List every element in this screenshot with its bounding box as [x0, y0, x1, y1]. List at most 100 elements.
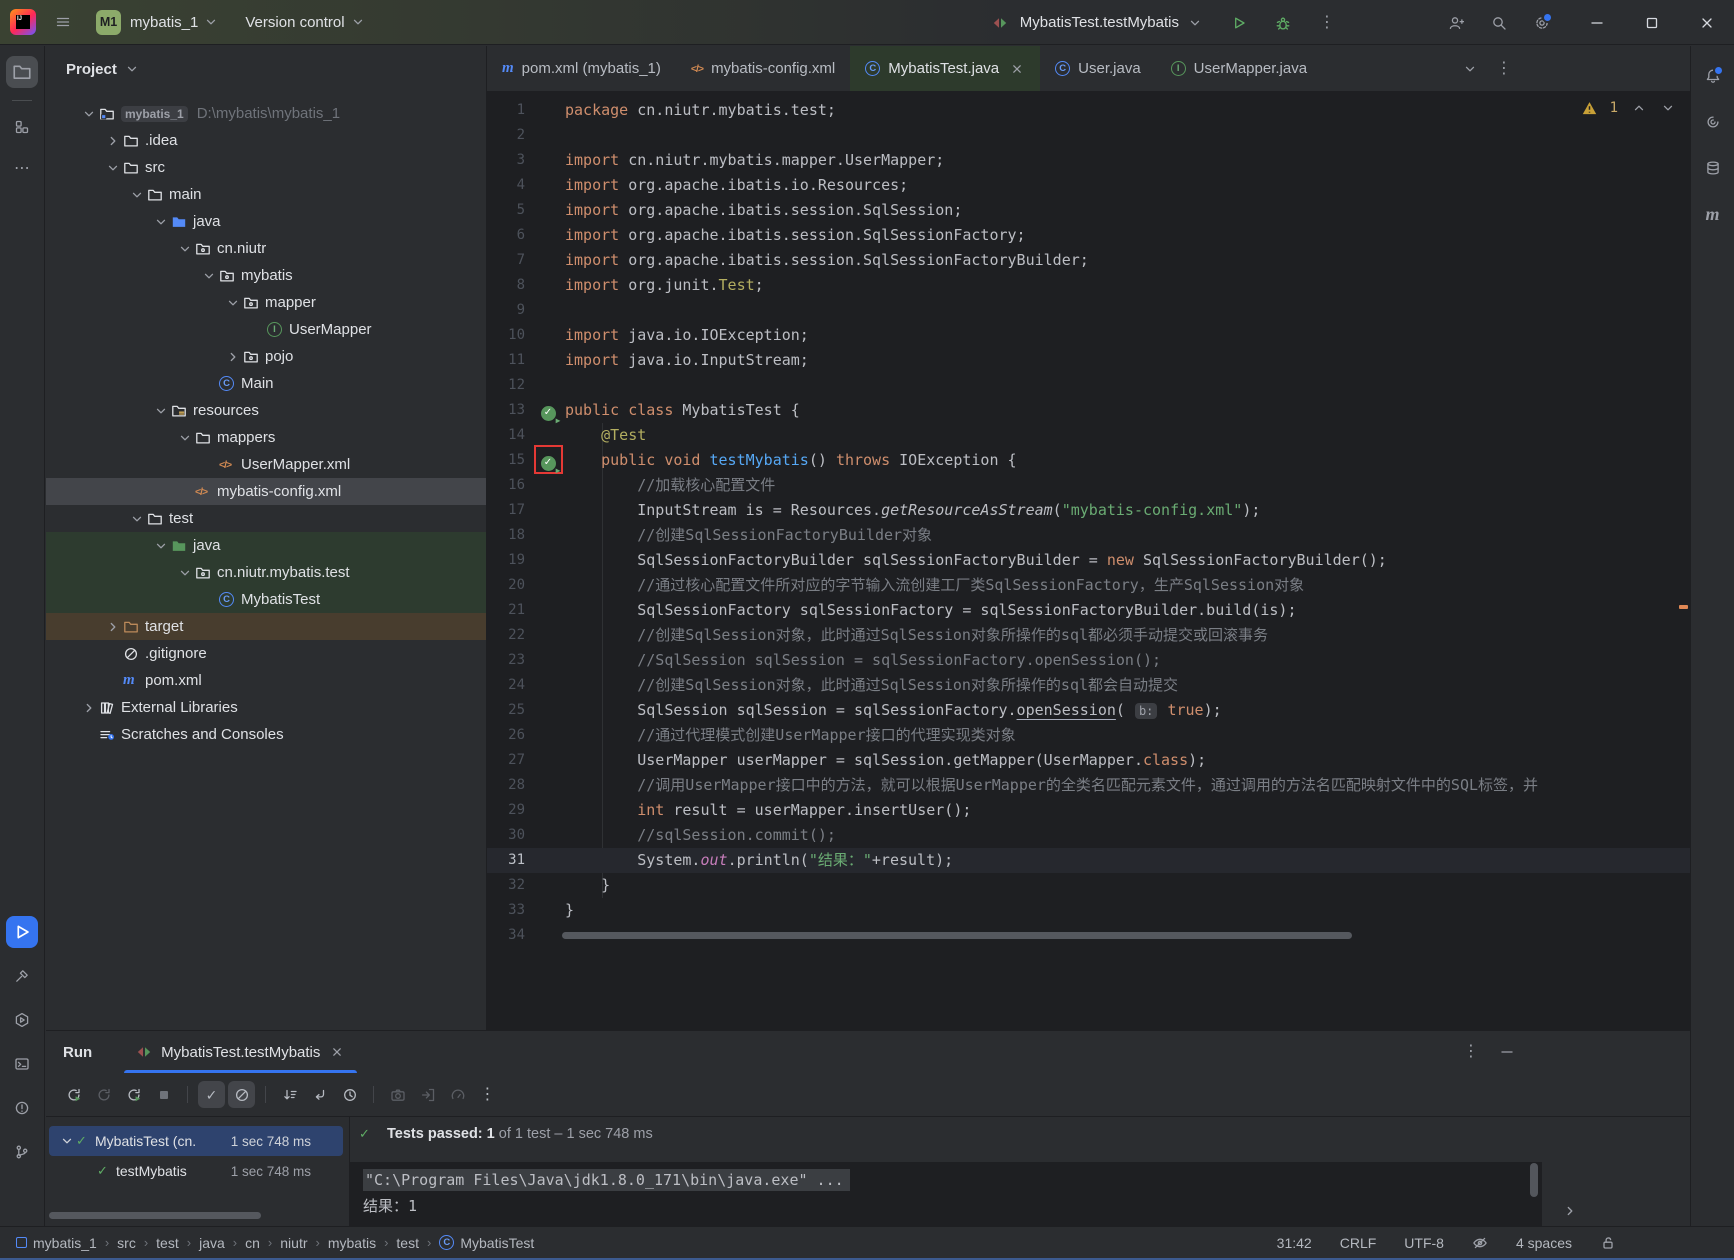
line-ending[interactable]: CRLF [1340, 1235, 1377, 1251]
project-name[interactable]: mybatis_1 [130, 14, 198, 31]
tree-item-cn-niutr-mybatis-test[interactable]: cn.niutr.mybatis.test [46, 559, 486, 586]
test-history-button[interactable] [336, 1081, 363, 1108]
console-output[interactable]: "C:\Program Files\Java\jdk1.8.0_171\bin\… [350, 1162, 1542, 1228]
import-tests-button[interactable] [414, 1081, 441, 1108]
chevron-down-icon[interactable] [58, 1133, 76, 1149]
run-config-chevron-icon[interactable] [1187, 15, 1203, 31]
vcs-chevron-icon[interactable] [350, 14, 366, 30]
chevron-right-icon[interactable] [222, 349, 243, 365]
main-menu-button[interactable] [46, 5, 80, 39]
tree-item-usermapper-xml[interactable]: </>UserMapper.xml [46, 451, 486, 478]
chevron-down-icon[interactable] [150, 214, 171, 230]
ai-assistant-button[interactable] [1697, 106, 1729, 138]
stop-button[interactable] [150, 1081, 177, 1108]
settings-button[interactable] [1534, 15, 1550, 31]
breadcrumb-mybatis[interactable]: mybatis [328, 1235, 376, 1251]
test-row-mybatistest-cn-niutr-mybatis-t[interactable]: ✓MybatisTest (cn.niutr.mybatis.test)1 se… [49, 1126, 343, 1156]
search-everywhere-button[interactable] [1491, 15, 1507, 31]
chevron-down-icon[interactable] [78, 106, 99, 122]
show-ignored-toggle[interactable] [228, 1081, 255, 1108]
chevron-down-icon[interactable] [174, 430, 195, 446]
code-with-me-button[interactable] [1448, 15, 1464, 31]
inspection-widget[interactable]: 1 [1582, 100, 1676, 116]
tree-item-mybatistest[interactable]: CMybatisTest [46, 586, 486, 613]
console-expand-icon[interactable] [1562, 1203, 1578, 1219]
breadcrumb-java[interactable]: java [199, 1235, 225, 1251]
project-view-chevron-icon[interactable] [124, 61, 140, 77]
chevron-down-icon[interactable] [102, 160, 123, 176]
tree-item--gitignore[interactable]: .gitignore [46, 640, 486, 667]
chevron-right-icon[interactable] [102, 133, 123, 149]
chevron-down-icon[interactable] [150, 403, 171, 419]
tab-user-java[interactable]: CUser.java [1040, 46, 1156, 91]
console-vscrollbar[interactable] [1530, 1163, 1538, 1197]
project-panel-title[interactable]: Project [66, 61, 117, 78]
structure-tool-button[interactable] [6, 111, 38, 143]
tree-item-mybatis-1[interactable]: mybatis_1D:\mybatis\mybatis_1 [46, 100, 486, 127]
run-config-name[interactable]: MybatisTest.testMybatis [1020, 14, 1179, 31]
tree-item-mybatis-config-xml[interactable]: </>mybatis-config.xml [46, 478, 486, 505]
run-tab[interactable]: MybatisTest.testMybatis [124, 1031, 357, 1073]
sort-by-duration-button[interactable] [276, 1081, 303, 1108]
chevron-down-icon[interactable] [222, 295, 243, 311]
chevron-down-icon[interactable] [198, 268, 219, 284]
tab-mybatistest-java[interactable]: CMybatisTest.java [850, 46, 1040, 91]
breadcrumb-mybatis-1[interactable]: mybatis_1 [16, 1235, 97, 1251]
tree-item-scratches-and-consoles[interactable]: Scratches and Consoles [46, 721, 486, 748]
run-test-gutter-icon[interactable]: ✓▶ [541, 398, 556, 423]
tree-item-main[interactable]: CMain [46, 370, 486, 397]
more-options-button[interactable]: ⋮ [474, 1081, 501, 1108]
tab-pom-xml-mybatis-1-[interactable]: mpom.xml (mybatis_1) [487, 46, 676, 91]
tree-item-target[interactable]: target [46, 613, 486, 640]
prev-warning-icon[interactable] [1631, 100, 1647, 116]
editor-hscrollbar[interactable] [562, 932, 1352, 939]
terminal-tool-button[interactable] [6, 1048, 38, 1080]
write-access-icon[interactable] [1600, 1235, 1616, 1251]
chevron-down-icon[interactable] [150, 538, 171, 554]
test-tree-hscrollbar[interactable] [49, 1212, 261, 1219]
chevron-right-icon[interactable] [102, 619, 123, 635]
screenshot-button[interactable] [384, 1081, 411, 1108]
minimize-button[interactable] [1569, 0, 1624, 45]
breadcrumb-test[interactable]: test [156, 1235, 179, 1251]
indent-setting[interactable]: 4 spaces [1516, 1235, 1572, 1251]
maven-button[interactable]: m [1697, 198, 1729, 230]
version-control-tool-button[interactable] [6, 1136, 38, 1168]
tree-item-mappers[interactable]: mappers [46, 424, 486, 451]
tab-mybatis-config-xml[interactable]: </>mybatis-config.xml [676, 46, 850, 91]
vcs-menu[interactable]: Version control [245, 14, 344, 31]
show-passed-toggle[interactable]: ✓ [198, 1081, 225, 1108]
breadcrumb-mybatistest[interactable]: CMybatisTest [439, 1235, 534, 1251]
code-editor[interactable]: 1package cn.niutr.mybatis.test;23import … [487, 92, 1690, 1030]
encoding[interactable]: UTF-8 [1404, 1235, 1444, 1251]
project-chevron-icon[interactable] [203, 14, 219, 30]
tree-item-external-libraries[interactable]: External Libraries [46, 694, 486, 721]
tab-options-icon[interactable]: ⋮ [1496, 61, 1512, 77]
tab-usermapper-java[interactable]: IUserMapper.java [1156, 46, 1322, 91]
chevron-down-icon[interactable] [174, 565, 195, 581]
more-actions-icon[interactable]: ⋮ [1319, 15, 1335, 31]
tree-item-src[interactable]: src [46, 154, 486, 181]
caret-position[interactable]: 31:42 [1277, 1235, 1312, 1251]
chevron-right-icon[interactable] [78, 700, 99, 716]
run-button[interactable] [1231, 15, 1247, 31]
rerun-failed-tests-button[interactable] [90, 1081, 117, 1108]
highlighting-level-icon[interactable] [1472, 1235, 1488, 1251]
chevron-down-icon[interactable] [126, 511, 147, 527]
tree-item-resources[interactable]: resources [46, 397, 486, 424]
run-tool-button[interactable] [6, 916, 38, 948]
tree-item-mapper[interactable]: mapper [46, 289, 486, 316]
profile-button[interactable] [444, 1081, 471, 1108]
breadcrumb-src[interactable]: src [117, 1235, 136, 1251]
tree-item-mybatis[interactable]: mybatis [46, 262, 486, 289]
problems-tool-button[interactable] [6, 1092, 38, 1124]
build-tool-button[interactable] [6, 960, 38, 992]
rerun-test-button[interactable] [60, 1081, 87, 1108]
database-button[interactable] [1697, 152, 1729, 184]
more-tool-windows-button[interactable]: ⋯ [6, 153, 38, 185]
close-tab-icon[interactable] [1009, 61, 1025, 77]
next-warning-icon[interactable] [1660, 100, 1676, 116]
hide-run-panel-icon[interactable] [1499, 1044, 1515, 1060]
tree-item-cn-niutr[interactable]: cn.niutr [46, 235, 486, 262]
error-stripe-mark[interactable] [1679, 605, 1688, 609]
